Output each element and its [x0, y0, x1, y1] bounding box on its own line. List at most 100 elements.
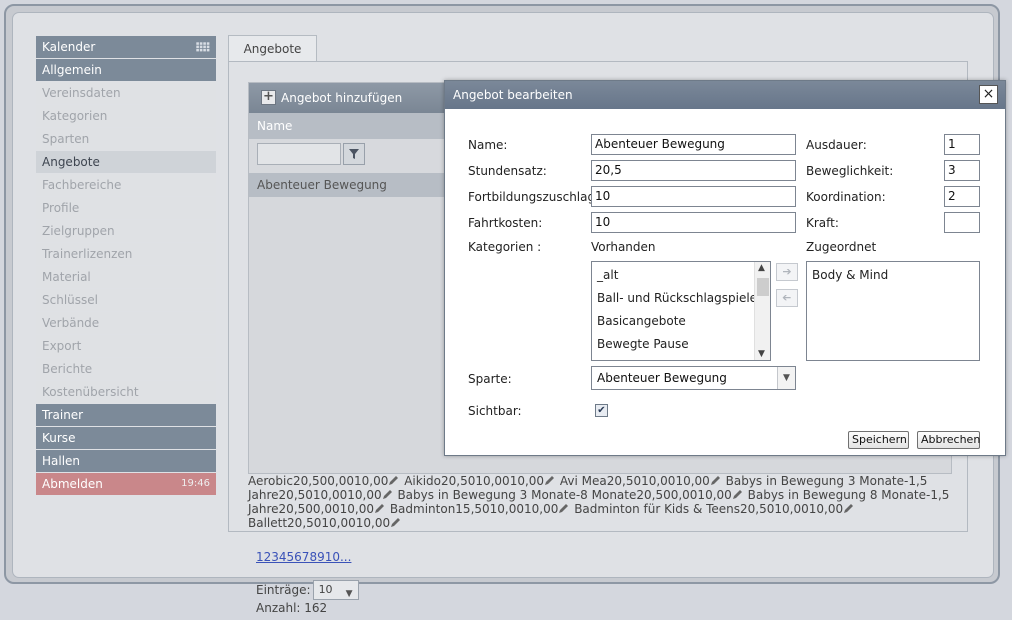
sidebar-item-kategorien[interactable]: Kategorien	[36, 105, 216, 127]
calendar-icon	[196, 42, 210, 52]
list-scrollbar[interactable]: ▲ ▼	[754, 262, 770, 360]
sidebar-item-trainer[interactable]: Trainer	[36, 404, 216, 426]
sidebar-item-label: Kalender	[42, 40, 96, 54]
offer-data-entry: Ballett20,5010,0010,00	[248, 516, 391, 530]
chevron-down-icon: ▼	[777, 367, 795, 389]
sidebar-item-angebote[interactable]: Angebote	[36, 151, 216, 173]
sidebar-nav: Kalender Allgemein Vereinsdaten Kategorien S…	[36, 36, 216, 496]
sidebar-item-abmelden[interactable]: Abmelden 19:46	[36, 473, 216, 495]
hourly-rate-field[interactable]: 20,5	[591, 160, 796, 181]
offer-data-entry: Aerobic20,500,0010,00	[248, 474, 389, 488]
sidebar-item-hallen[interactable]: Hallen	[36, 450, 216, 472]
filter-icon	[349, 149, 359, 159]
list-item[interactable]: _alt	[592, 264, 770, 287]
training-surcharge-field[interactable]: 10	[591, 186, 796, 207]
pencil-icon[interactable]	[374, 503, 386, 514]
sidebar-item-kurse[interactable]: Kurse	[36, 427, 216, 449]
assigned-categories-list[interactable]: Body & Mind	[806, 261, 980, 361]
column-header-label: Name	[257, 119, 293, 133]
strength-field[interactable]	[944, 212, 980, 233]
row-name-cell: Abenteuer Bewegung	[257, 178, 387, 192]
dialog-titlebar: Angebot bearbeiten ×	[445, 81, 1005, 109]
sidebar-item-label: Material	[42, 270, 91, 284]
filter-button[interactable]	[343, 143, 365, 165]
pencil-icon[interactable]	[710, 475, 722, 486]
chevron-down-icon[interactable]: ▼	[758, 349, 765, 359]
sidebar-item-profile[interactable]: Profile	[36, 197, 216, 219]
sidebar-item-schlüssel[interactable]: Schlüssel	[36, 289, 216, 311]
sidebar-item-vereinsdaten[interactable]: Vereinsdaten	[36, 82, 216, 104]
sidebar-item-zielgruppen[interactable]: Zielgruppen	[36, 220, 216, 242]
offer-data-entry: Badminton für Kids & Teens20,5010,0010,0…	[574, 502, 844, 516]
arrow-left-icon: ➔	[782, 291, 792, 304]
offer-data-entry: Babys in Bewegung 3 Monate-8 Monate20,50…	[397, 488, 732, 502]
flexibility-field[interactable]: 3	[944, 160, 980, 181]
sparte-value: Abenteuer Bewegung	[597, 371, 727, 385]
coordination-field[interactable]: 2	[944, 186, 980, 207]
save-button[interactable]: Speichern	[848, 431, 909, 449]
edit-offer-dialog: Angebot bearbeiten × Name: Abenteuer Bew…	[444, 80, 1006, 456]
filter-row	[257, 143, 365, 165]
sidebar-item-label: Kurse	[42, 431, 76, 445]
available-label: Vorhanden	[591, 240, 656, 254]
list-item[interactable]: Basicangebote	[592, 310, 770, 333]
chevron-up-icon[interactable]: ▲	[758, 263, 765, 273]
sidebar-item-berichte[interactable]: Berichte	[36, 358, 216, 380]
arrow-right-icon: ➔	[782, 265, 792, 278]
available-categories-list[interactable]: _alt Ball- und Rückschlagspiele Basicang…	[591, 261, 771, 361]
assigned-label: Zugeordnet	[806, 240, 877, 254]
pencil-icon[interactable]	[732, 489, 744, 500]
endurance-field[interactable]: 1	[944, 134, 980, 155]
sidebar-item-label: Verbände	[42, 316, 100, 330]
sidebar-item-fachbereiche[interactable]: Fachbereiche	[36, 174, 216, 196]
plus-icon: +	[261, 90, 276, 105]
sidebar-item-label: Schlüssel	[42, 293, 98, 307]
list-item[interactable]: Body & Mind	[807, 264, 979, 287]
pencil-icon[interactable]	[843, 503, 855, 514]
pencil-icon[interactable]	[388, 475, 400, 486]
travel-cost-label: Fahrtkosten:	[468, 216, 543, 230]
pencil-icon[interactable]	[544, 475, 556, 486]
name-field[interactable]: Abenteuer Bewegung	[591, 134, 796, 155]
close-button[interactable]: ×	[979, 85, 998, 104]
coordination-label: Koordination:	[806, 190, 886, 204]
sparte-label: Sparte:	[468, 372, 512, 386]
sparte-select[interactable]: Abenteuer Bewegung ▼	[591, 366, 796, 390]
pencil-icon[interactable]	[390, 517, 402, 528]
sidebar-item-kostenübersicht[interactable]: Kostenübersicht	[36, 381, 216, 403]
tab-angebote[interactable]: Angebote	[228, 35, 317, 62]
entries-control: Einträge: 10 ▼	[256, 580, 359, 600]
move-left-button[interactable]: ➔	[776, 289, 798, 307]
list-item[interactable]: Ball- und Rückschlagspiele	[592, 287, 770, 310]
sidebar-item-label: Zielgruppen	[42, 224, 115, 238]
move-right-button[interactable]: ➔	[776, 263, 798, 281]
sidebar-item-material[interactable]: Material	[36, 266, 216, 288]
sidebar-item-label: Trainerlizenzen	[42, 247, 133, 261]
scroll-thumb[interactable]	[757, 278, 769, 296]
pagination-links[interactable]: 12345678910...	[256, 550, 351, 564]
sidebar-item-label: Berichte	[42, 362, 93, 376]
offer-data-entry: Aikido20,5010,0010,00	[404, 474, 545, 488]
travel-cost-field[interactable]: 10	[591, 212, 796, 233]
sidebar-item-export[interactable]: Export	[36, 335, 216, 357]
name-filter-input[interactable]	[257, 143, 341, 165]
sidebar-item-allgemein[interactable]: Allgemein	[36, 59, 216, 81]
entries-select[interactable]: 10 ▼	[312, 580, 359, 600]
add-offer-button[interactable]: + Angebot hinzufügen	[261, 90, 402, 105]
entries-value: 10	[318, 583, 333, 596]
list-item[interactable]: Bewegte Pause	[592, 333, 770, 356]
pencil-icon[interactable]	[558, 503, 570, 514]
pencil-icon[interactable]	[382, 489, 394, 500]
sidebar-item-label: Hallen	[42, 454, 81, 468]
sidebar-item-sparten[interactable]: Sparten	[36, 128, 216, 150]
record-count: Anzahl: 162	[256, 601, 328, 615]
sidebar-item-label: Kategorien	[42, 109, 108, 123]
cancel-button[interactable]: Abbrechen	[917, 431, 980, 449]
sidebar-item-trainerlizenzen[interactable]: Trainerlizenzen	[36, 243, 216, 265]
visible-checkbox[interactable]: ✔	[595, 404, 608, 417]
sidebar-item-verbände[interactable]: Verbände	[36, 312, 216, 334]
sidebar-item-kalender[interactable]: Kalender	[36, 36, 216, 58]
tab-label: Angebote	[243, 42, 302, 56]
sidebar-item-label: Angebote	[42, 155, 100, 169]
close-icon: ×	[982, 86, 995, 102]
